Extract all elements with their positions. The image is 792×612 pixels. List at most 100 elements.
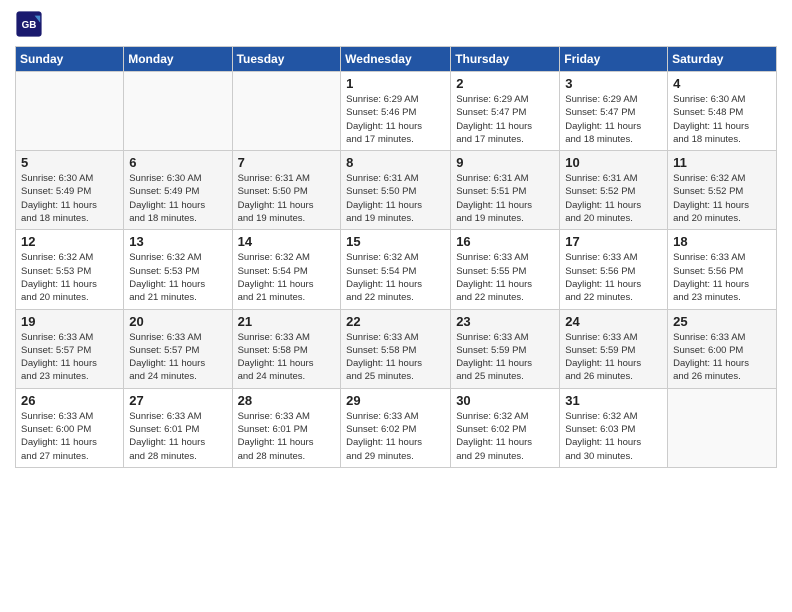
day-info: Sunrise: 6:33 AM Sunset: 5:58 PM Dayligh… xyxy=(238,331,336,384)
day-number: 18 xyxy=(673,234,771,249)
day-number: 15 xyxy=(346,234,445,249)
calendar-cell: 2Sunrise: 6:29 AM Sunset: 5:47 PM Daylig… xyxy=(451,72,560,151)
calendar-cell: 26Sunrise: 6:33 AM Sunset: 6:00 PM Dayli… xyxy=(16,388,124,467)
logo: GB xyxy=(15,10,47,38)
day-info: Sunrise: 6:33 AM Sunset: 6:01 PM Dayligh… xyxy=(238,410,336,463)
day-number: 10 xyxy=(565,155,662,170)
day-number: 12 xyxy=(21,234,118,249)
svg-text:GB: GB xyxy=(22,20,37,31)
day-info: Sunrise: 6:31 AM Sunset: 5:51 PM Dayligh… xyxy=(456,172,554,225)
day-info: Sunrise: 6:33 AM Sunset: 5:57 PM Dayligh… xyxy=(129,331,226,384)
calendar-week-1: 5 Sunrise: 6:30 AM Sunset: 5:49 PM Daylig… xyxy=(16,151,777,230)
day-number: 11 xyxy=(673,155,771,170)
calendar-cell: 25Sunrise: 6:33 AM Sunset: 6:00 PM Dayli… xyxy=(668,309,777,388)
day-info: Sunrise: 6:33 AM Sunset: 6:02 PM Dayligh… xyxy=(346,410,445,463)
day-info: Sunrise: 6:32 AM Sunset: 5:53 PM Dayligh… xyxy=(129,251,226,304)
day-info: Sunrise: 6:33 AM Sunset: 6:01 PM Dayligh… xyxy=(129,410,226,463)
day-info: Sunrise: 6:32 AM Sunset: 5:52 PM Dayligh… xyxy=(673,172,771,225)
calendar-header-saturday: Saturday xyxy=(668,47,777,72)
calendar-cell: 28 Sunrise: 6:33 AM Sunset: 6:01 PM Dayli… xyxy=(232,388,341,467)
day-info: Sunrise: 6:29 AM Sunset: 5:47 PM Dayligh… xyxy=(456,93,554,146)
calendar-cell: 21 Sunrise: 6:33 AM Sunset: 5:58 PM Dayli… xyxy=(232,309,341,388)
day-info: Sunrise: 6:33 AM Sunset: 5:55 PM Dayligh… xyxy=(456,251,554,304)
day-number: 31 xyxy=(565,393,662,408)
day-number: 29 xyxy=(346,393,445,408)
calendar-cell: 31 Sunrise: 6:32 AM Sunset: 6:03 PM Dayli… xyxy=(560,388,668,467)
day-number: 5 xyxy=(21,155,118,170)
calendar-cell: 18 Sunrise: 6:33 AM Sunset: 5:56 PM Dayli… xyxy=(668,230,777,309)
day-number: 4 xyxy=(673,76,771,91)
calendar-table: SundayMondayTuesdayWednesdayThursdayFrid… xyxy=(15,46,777,468)
calendar-cell: 20 Sunrise: 6:33 AM Sunset: 5:57 PM Dayli… xyxy=(124,309,232,388)
calendar-cell: 19Sunrise: 6:33 AM Sunset: 5:57 PM Dayli… xyxy=(16,309,124,388)
day-number: 20 xyxy=(129,314,226,329)
day-number: 16 xyxy=(456,234,554,249)
day-info: Sunrise: 6:30 AM Sunset: 5:49 PM Dayligh… xyxy=(129,172,226,225)
calendar-cell: 9Sunrise: 6:31 AM Sunset: 5:51 PM Daylig… xyxy=(451,151,560,230)
day-number: 26 xyxy=(21,393,118,408)
calendar-cell: 4 Sunrise: 6:30 AM Sunset: 5:48 PM Daylig… xyxy=(668,72,777,151)
calendar-cell xyxy=(16,72,124,151)
page: GB SundayMondayTuesdayWednesdayThursdayF… xyxy=(0,0,792,612)
day-info: Sunrise: 6:32 AM Sunset: 6:03 PM Dayligh… xyxy=(565,410,662,463)
day-number: 3 xyxy=(565,76,662,91)
calendar-cell: 29 Sunrise: 6:33 AM Sunset: 6:02 PM Dayli… xyxy=(341,388,451,467)
day-number: 13 xyxy=(129,234,226,249)
day-number: 19 xyxy=(21,314,118,329)
calendar-cell: 3 Sunrise: 6:29 AM Sunset: 5:47 PM Daylig… xyxy=(560,72,668,151)
logo-icon: GB xyxy=(15,10,43,38)
day-info: Sunrise: 6:31 AM Sunset: 5:50 PM Dayligh… xyxy=(238,172,336,225)
calendar-cell: 30Sunrise: 6:32 AM Sunset: 6:02 PM Dayli… xyxy=(451,388,560,467)
calendar-header-thursday: Thursday xyxy=(451,47,560,72)
day-info: Sunrise: 6:30 AM Sunset: 5:48 PM Dayligh… xyxy=(673,93,771,146)
calendar-cell: 15 Sunrise: 6:32 AM Sunset: 5:54 PM Dayli… xyxy=(341,230,451,309)
day-number: 1 xyxy=(346,76,445,91)
calendar-week-0: 1 Sunrise: 6:29 AM Sunset: 5:46 PM Daylig… xyxy=(16,72,777,151)
day-info: Sunrise: 6:33 AM Sunset: 5:59 PM Dayligh… xyxy=(456,331,554,384)
day-number: 23 xyxy=(456,314,554,329)
calendar-cell: 27 Sunrise: 6:33 AM Sunset: 6:01 PM Dayli… xyxy=(124,388,232,467)
calendar-cell: 7 Sunrise: 6:31 AM Sunset: 5:50 PM Daylig… xyxy=(232,151,341,230)
day-number: 25 xyxy=(673,314,771,329)
calendar-header-sunday: Sunday xyxy=(16,47,124,72)
calendar-week-2: 12 Sunrise: 6:32 AM Sunset: 5:53 PM Dayli… xyxy=(16,230,777,309)
calendar-cell xyxy=(124,72,232,151)
calendar-header-row: SundayMondayTuesdayWednesdayThursdayFrid… xyxy=(16,47,777,72)
calendar-cell: 24 Sunrise: 6:33 AM Sunset: 5:59 PM Dayli… xyxy=(560,309,668,388)
calendar-cell: 6 Sunrise: 6:30 AM Sunset: 5:49 PM Daylig… xyxy=(124,151,232,230)
calendar-header-friday: Friday xyxy=(560,47,668,72)
calendar-cell: 5 Sunrise: 6:30 AM Sunset: 5:49 PM Daylig… xyxy=(16,151,124,230)
calendar-header-wednesday: Wednesday xyxy=(341,47,451,72)
day-info: Sunrise: 6:29 AM Sunset: 5:46 PM Dayligh… xyxy=(346,93,445,146)
day-info: Sunrise: 6:33 AM Sunset: 5:56 PM Dayligh… xyxy=(565,251,662,304)
calendar-cell: 8 Sunrise: 6:31 AM Sunset: 5:50 PM Daylig… xyxy=(341,151,451,230)
day-info: Sunrise: 6:32 AM Sunset: 5:54 PM Dayligh… xyxy=(346,251,445,304)
day-number: 22 xyxy=(346,314,445,329)
day-number: 24 xyxy=(565,314,662,329)
day-number: 17 xyxy=(565,234,662,249)
day-number: 8 xyxy=(346,155,445,170)
day-number: 27 xyxy=(129,393,226,408)
day-number: 14 xyxy=(238,234,336,249)
day-number: 28 xyxy=(238,393,336,408)
day-info: Sunrise: 6:32 AM Sunset: 6:02 PM Dayligh… xyxy=(456,410,554,463)
day-number: 7 xyxy=(238,155,336,170)
calendar-cell: 17 Sunrise: 6:33 AM Sunset: 5:56 PM Dayli… xyxy=(560,230,668,309)
calendar-cell: 13 Sunrise: 6:32 AM Sunset: 5:53 PM Dayli… xyxy=(124,230,232,309)
day-info: Sunrise: 6:29 AM Sunset: 5:47 PM Dayligh… xyxy=(565,93,662,146)
calendar-week-4: 26Sunrise: 6:33 AM Sunset: 6:00 PM Dayli… xyxy=(16,388,777,467)
calendar-cell: 11 Sunrise: 6:32 AM Sunset: 5:52 PM Dayli… xyxy=(668,151,777,230)
calendar-cell: 1 Sunrise: 6:29 AM Sunset: 5:46 PM Daylig… xyxy=(341,72,451,151)
header: GB xyxy=(15,10,777,38)
day-number: 6 xyxy=(129,155,226,170)
calendar-week-3: 19 Sunrise: 6:33 AM Sunset: 5:57 PM Dayli… xyxy=(16,309,777,388)
calendar-cell: 22Sunrise: 6:33 AM Sunset: 5:58 PM Dayli… xyxy=(341,309,451,388)
calendar-cell xyxy=(668,388,777,467)
day-info: Sunrise: 6:33 AM Sunset: 5:59 PM Dayligh… xyxy=(565,331,662,384)
day-info: Sunrise: 6:31 AM Sunset: 5:50 PM Dayligh… xyxy=(346,172,445,225)
day-info: Sunrise: 6:30 AM Sunset: 5:49 PM Dayligh… xyxy=(21,172,118,225)
day-info: Sunrise: 6:31 AM Sunset: 5:52 PM Dayligh… xyxy=(565,172,662,225)
day-number: 21 xyxy=(238,314,336,329)
day-info: Sunrise: 6:33 AM Sunset: 5:56 PM Dayligh… xyxy=(673,251,771,304)
day-info: Sunrise: 6:32 AM Sunset: 5:53 PM Dayligh… xyxy=(21,251,118,304)
